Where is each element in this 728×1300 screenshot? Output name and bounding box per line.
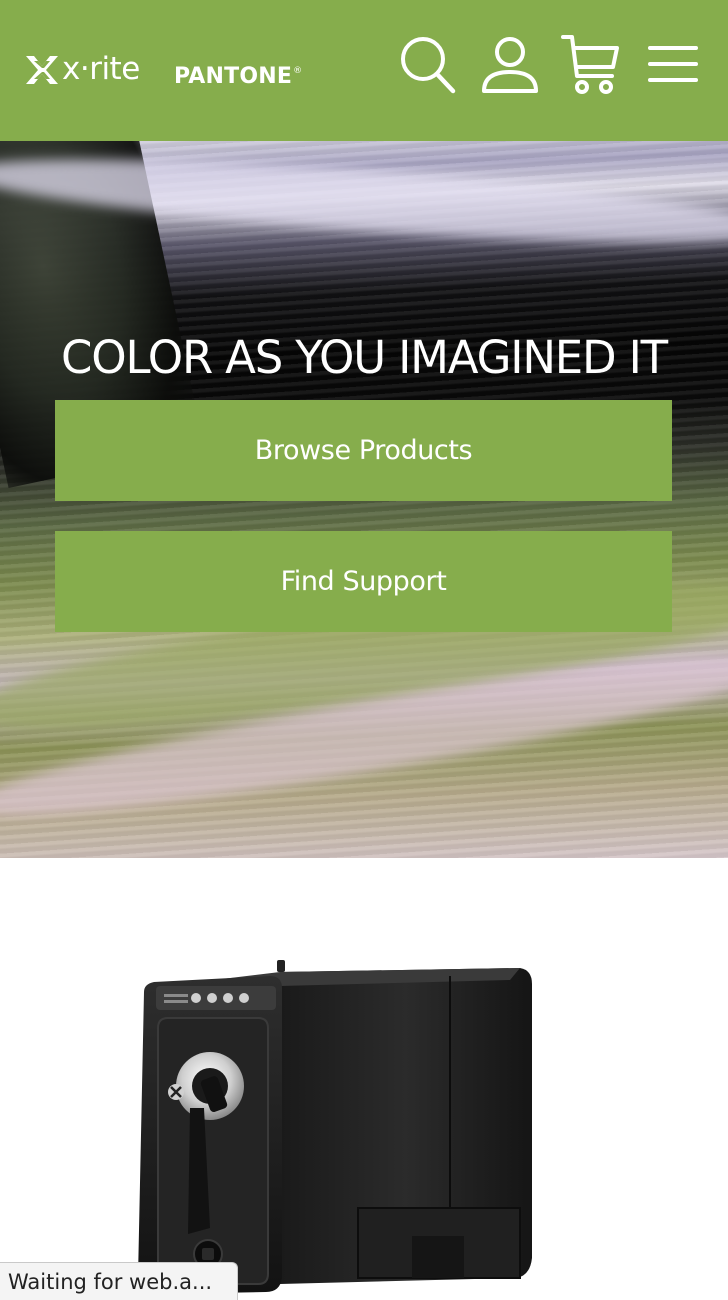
browser-status-bar: Waiting for web.a... — [0, 1262, 238, 1300]
cart-button[interactable] — [560, 32, 622, 96]
browse-products-button[interactable]: Browse Products — [55, 400, 672, 501]
account-icon — [482, 37, 538, 93]
menu-button[interactable] — [646, 42, 700, 86]
find-support-button[interactable]: Find Support — [55, 531, 672, 632]
pantone-registered-mark: ® — [293, 66, 303, 76]
hero-title: COLOR AS YOU IMAGINED IT — [61, 331, 668, 384]
spectrophotometer-product-image[interactable] — [130, 958, 540, 1300]
pantone-logo-text: PANTONE® — [174, 57, 302, 91]
hamburger-menu-icon — [648, 46, 698, 82]
pantone-logo-word: PANTONE — [174, 64, 293, 89]
xrite-logo-text: x·rite — [62, 51, 140, 87]
search-button[interactable] — [398, 34, 458, 96]
search-icon — [401, 37, 456, 94]
site-header: x·rite PANTONE® — [0, 0, 728, 141]
account-button[interactable] — [480, 34, 540, 96]
product-section — [0, 858, 728, 1300]
cart-icon — [561, 35, 619, 94]
hero-banner: COLOR AS YOU IMAGINED IT Browse Products… — [0, 141, 728, 858]
xrite-logo-icon — [26, 56, 58, 84]
